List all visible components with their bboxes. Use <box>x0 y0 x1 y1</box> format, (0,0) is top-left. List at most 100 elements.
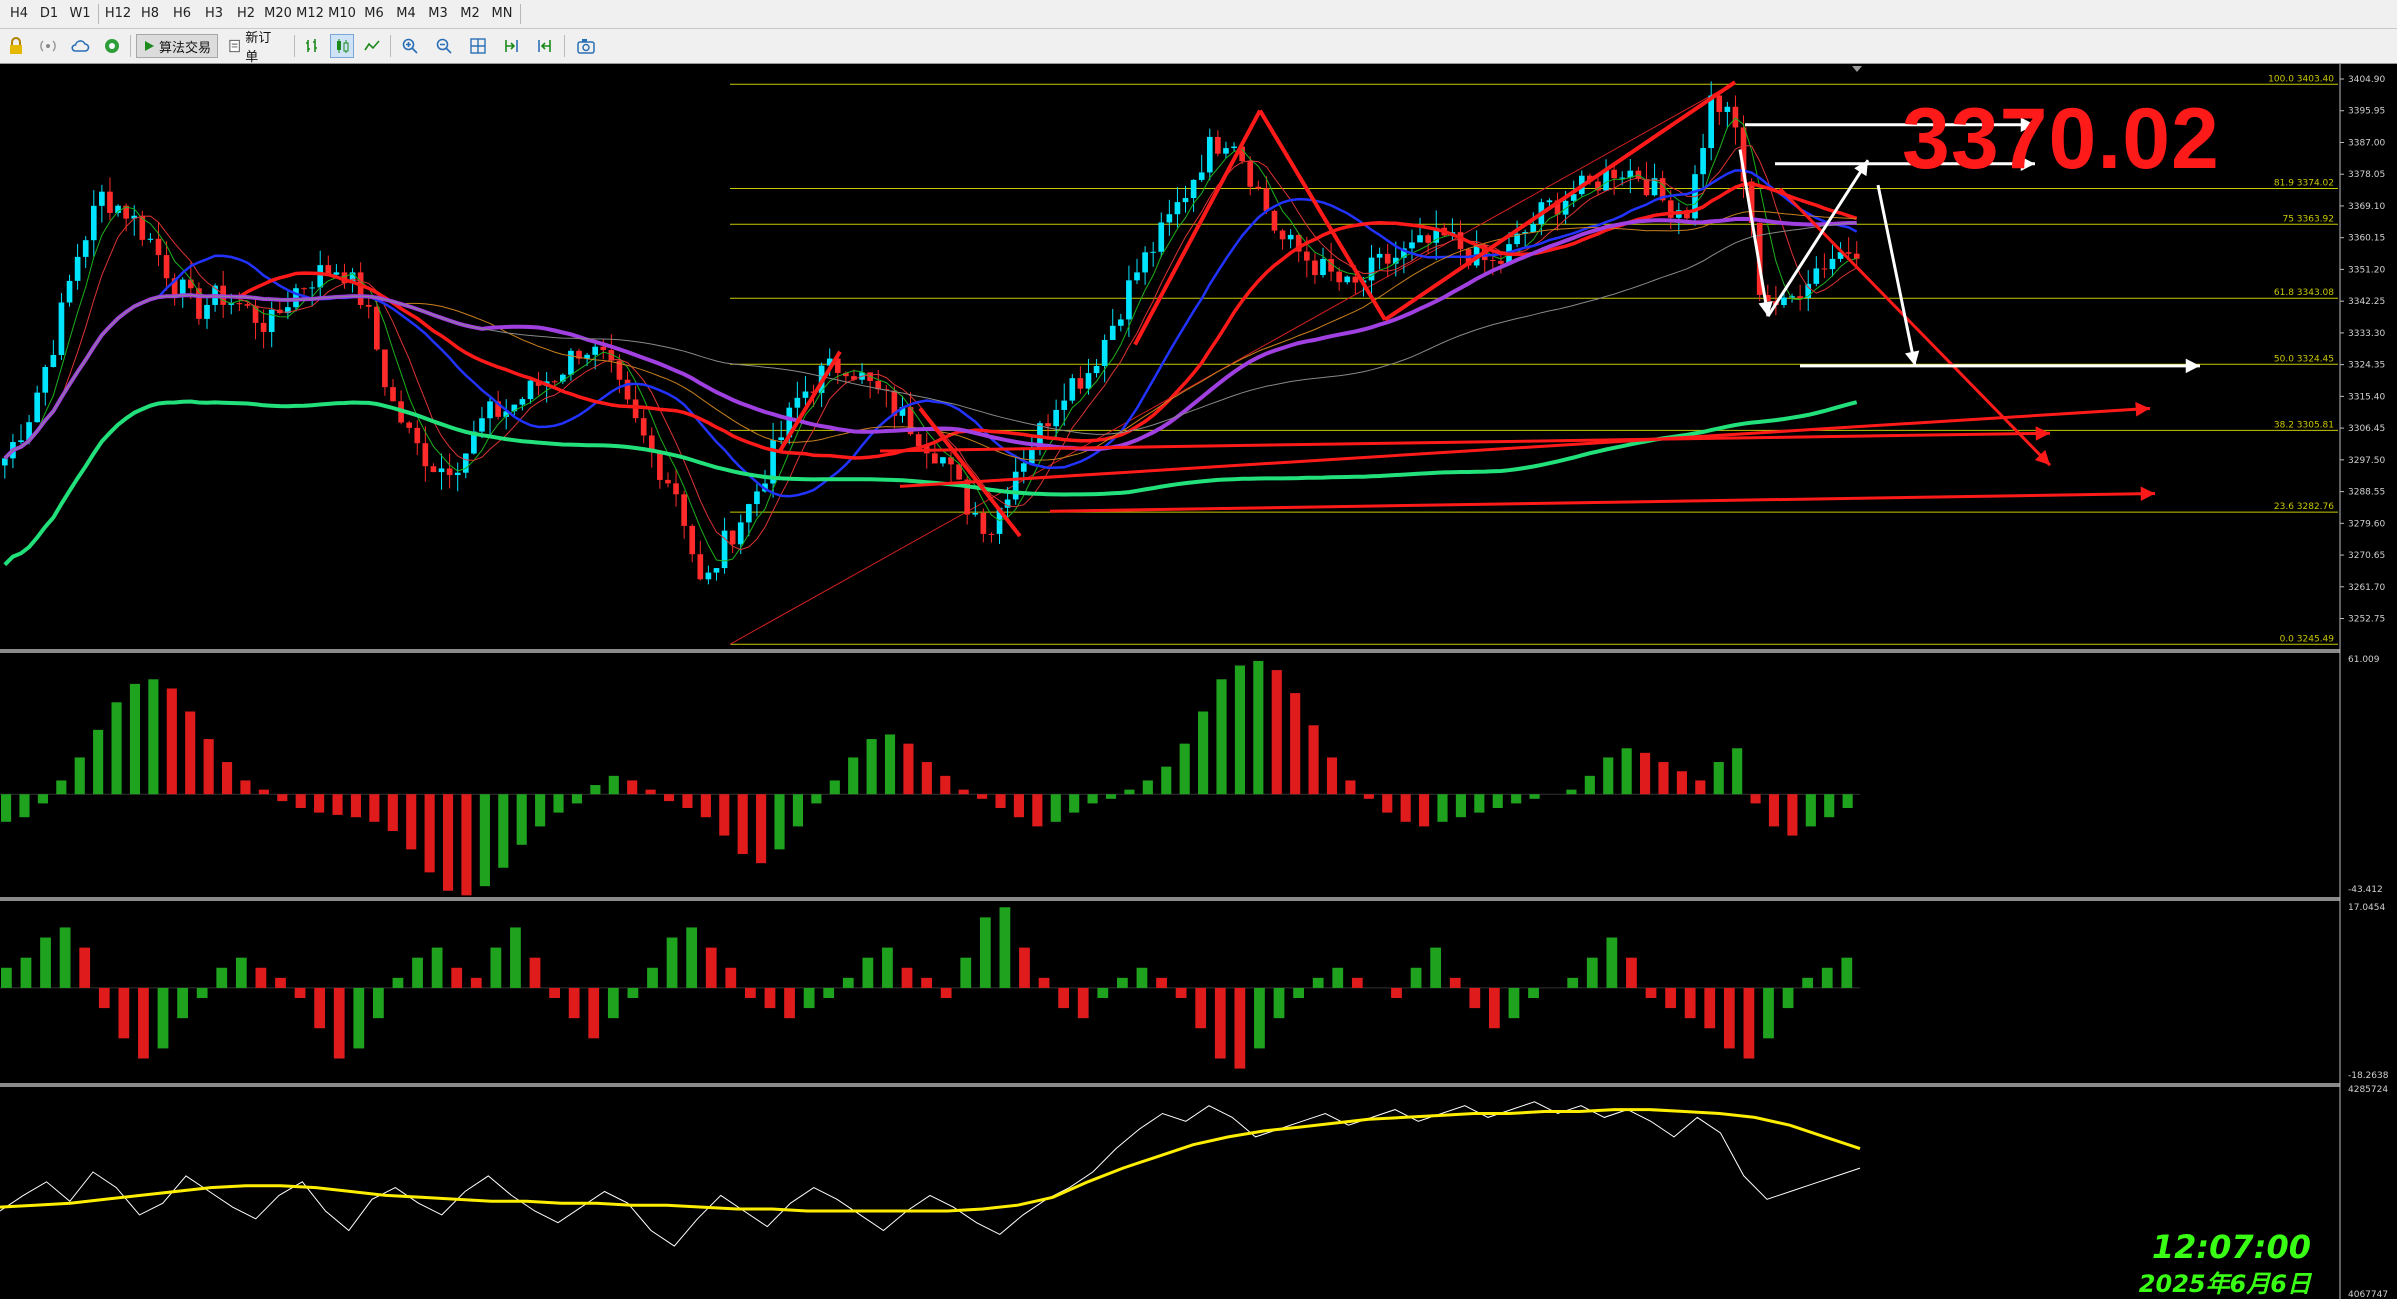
candle-body <box>980 513 987 534</box>
fib-level-label: 0.0 3245.49 <box>2280 634 2335 644</box>
macd-bar <box>221 762 233 795</box>
osc-bar <box>979 917 991 988</box>
ma-line-red-fast <box>4 144 1857 551</box>
candle-body <box>640 418 647 436</box>
macd-bar <box>1124 789 1135 795</box>
bar-chart-icon[interactable] <box>300 34 324 58</box>
candle-body <box>551 381 558 383</box>
osc-bar <box>1293 987 1304 999</box>
macd-bar <box>1142 780 1153 795</box>
macd-bar <box>1640 752 1651 795</box>
osc-bar <box>725 967 737 988</box>
macd-bar <box>1658 762 1669 795</box>
osc-bar <box>921 977 932 988</box>
osc-bar <box>529 957 541 988</box>
candle-body <box>1417 235 1423 243</box>
macd-bar <box>1308 725 1319 795</box>
osc-bar <box>1763 987 1774 1039</box>
candle-body <box>1546 200 1553 203</box>
timeframe-h6[interactable]: H6 <box>166 3 198 25</box>
candle-body <box>681 494 687 526</box>
candle-body <box>487 401 493 419</box>
timeframe-m10[interactable]: M10 <box>326 3 358 25</box>
candle-body <box>1118 319 1124 326</box>
autoscroll-icon[interactable] <box>500 34 524 58</box>
timeframe-m20[interactable]: M20 <box>262 3 294 25</box>
candle-body <box>179 279 186 296</box>
timeframe-h3[interactable]: H3 <box>198 3 230 25</box>
timeframe-m12[interactable]: M12 <box>294 3 326 25</box>
timeframe-m3[interactable]: M3 <box>422 3 454 25</box>
osc-bar <box>1528 987 1539 999</box>
macd-bar <box>314 794 325 813</box>
osc-bar <box>1449 977 1461 988</box>
macd-bar <box>111 702 122 795</box>
timeframe-h8[interactable]: H8 <box>134 3 166 25</box>
lock-icon[interactable] <box>4 34 28 58</box>
globe-icon[interactable] <box>100 34 124 58</box>
screenshot-icon[interactable] <box>574 34 598 58</box>
macd-bar <box>1363 794 1374 799</box>
candle-body <box>1813 268 1820 284</box>
zoom-out-icon[interactable] <box>432 34 456 58</box>
osc-bar <box>510 927 521 988</box>
candle-body <box>1223 148 1229 154</box>
candle-body <box>915 434 922 447</box>
timeframe-w1[interactable]: W1 <box>64 3 96 25</box>
macd-bar <box>1621 748 1632 795</box>
candle-body <box>705 572 712 580</box>
macd-bar <box>1842 794 1853 809</box>
candle-body <box>74 256 81 281</box>
candle-body <box>697 554 704 580</box>
candle-body <box>1247 161 1254 187</box>
candle-body <box>414 427 421 444</box>
candle-body <box>438 468 445 473</box>
candlestick-icon[interactable] <box>330 34 354 58</box>
timeframe-mn[interactable]: MN <box>486 3 518 25</box>
pane-divider <box>0 897 2340 901</box>
macd-bar <box>1529 794 1540 799</box>
timeframe-m4[interactable]: M4 <box>390 3 422 25</box>
timeframe-d1[interactable]: D1 <box>34 3 64 25</box>
indicator-tick-label: -43.412 <box>2348 885 2383 895</box>
macd-bar <box>1271 670 1282 795</box>
osc-bar <box>59 927 71 988</box>
macd-bar <box>93 729 104 795</box>
new-order-button[interactable]: 新订单 <box>222 31 288 65</box>
grid-icon[interactable] <box>466 34 490 58</box>
candle-body <box>1304 251 1310 261</box>
timeframe-h4[interactable]: H4 <box>4 3 34 25</box>
algo-trading-button[interactable]: 算法交易 <box>136 34 218 58</box>
timeframe-h12[interactable]: H12 <box>102 3 134 25</box>
osc-bar <box>1332 967 1344 988</box>
osc-bar <box>764 987 776 1009</box>
play-icon <box>145 41 154 51</box>
candle-body <box>34 392 41 423</box>
zoom-in-icon[interactable] <box>398 34 422 58</box>
timeframe-h2[interactable]: H2 <box>230 3 262 25</box>
osc-bar <box>607 987 619 1019</box>
pane-divider <box>0 649 2340 653</box>
osc-bar <box>823 987 835 999</box>
macd-bar <box>129 683 141 795</box>
price-chart[interactable]: 3404.90 3395.95 3387.00 3378.05 3369.10 3360.… <box>0 64 2397 1299</box>
price-tick-label: 3378.05 <box>2348 170 2385 180</box>
signal-icon[interactable] <box>36 34 60 58</box>
line-chart-icon[interactable] <box>360 34 384 58</box>
candle-body <box>1312 260 1318 276</box>
osc-bar <box>79 947 91 988</box>
candle-body <box>107 191 113 213</box>
trend-arrow-head <box>2035 426 2050 441</box>
macd-bar <box>1768 794 1780 827</box>
cloud-icon[interactable] <box>68 34 92 58</box>
osc-bar <box>333 987 345 1059</box>
timeframe-m2[interactable]: M2 <box>454 3 486 25</box>
candle-body <box>1077 378 1084 389</box>
chart-area[interactable]: 3404.90 3395.95 3387.00 3378.05 3369.10 3360.… <box>0 64 2397 1299</box>
shift-icon[interactable] <box>532 34 556 58</box>
price-tick-label: 3252.75 <box>2348 615 2385 625</box>
timeframe-m6[interactable]: M6 <box>358 3 390 25</box>
fib-level-label: 38.2 3305.81 <box>2274 420 2334 430</box>
candle-body <box>754 491 760 505</box>
fib-level-label: 75 3363.92 <box>2282 214 2334 224</box>
